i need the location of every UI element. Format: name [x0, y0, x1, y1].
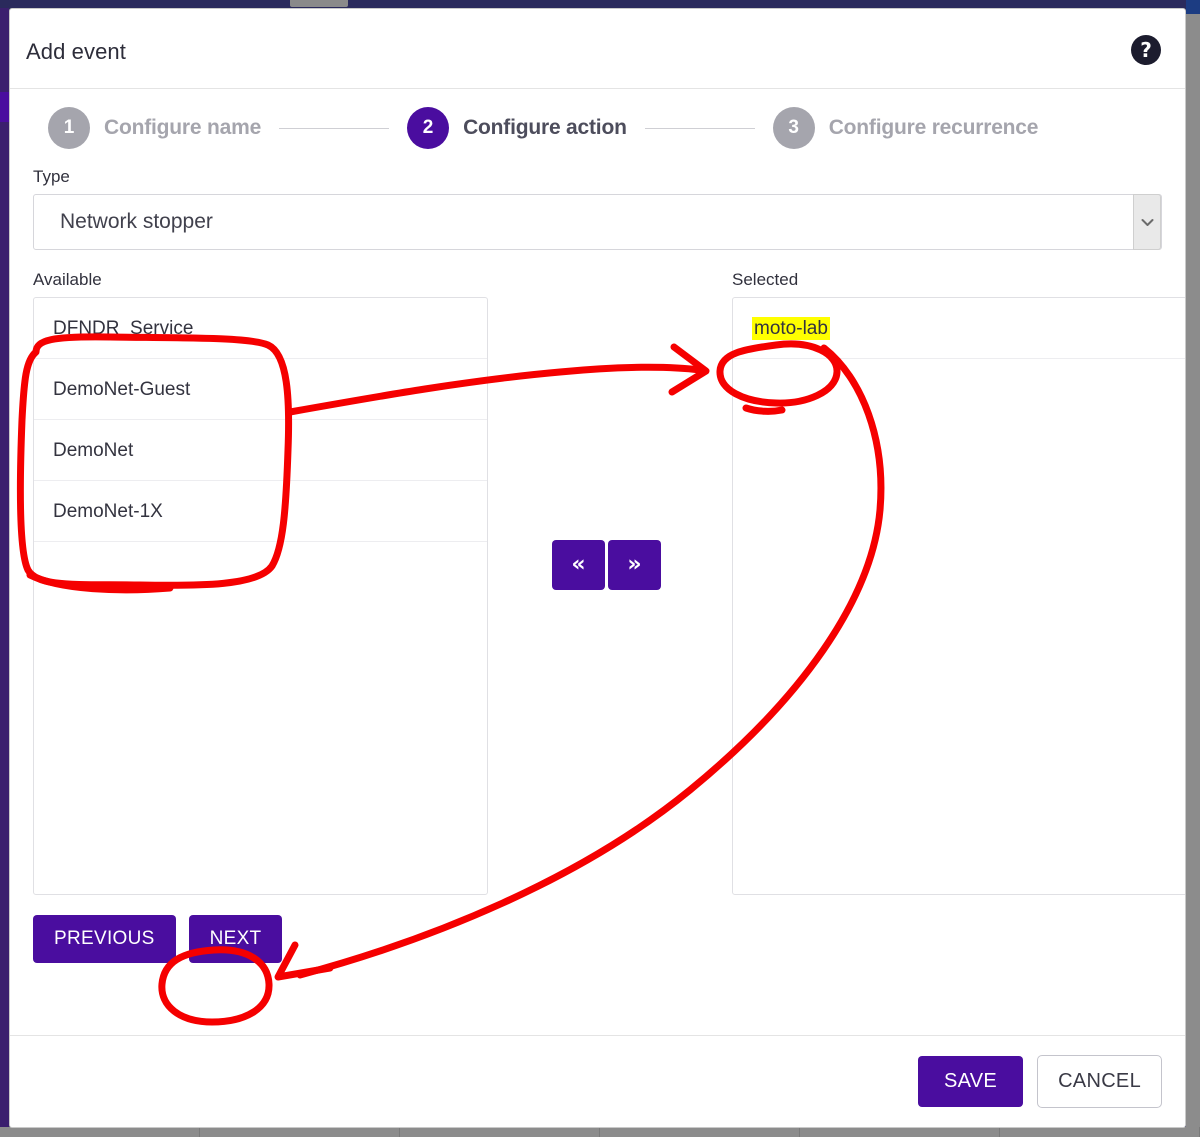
- stepper-step-1-number: 1: [48, 107, 90, 149]
- transfer-buttons: « »: [552, 540, 661, 590]
- browser-top-bar: [0, 0, 1200, 8]
- available-list[interactable]: DFNDR_Service DemoNet-Guest DemoNet Demo…: [33, 297, 488, 895]
- page-bottom-edge-strip: [0, 1127, 1200, 1137]
- page-left-accent-strip: [0, 92, 9, 122]
- browser-tab-chip[interactable]: [290, 0, 348, 7]
- selected-list[interactable]: moto-lab: [732, 297, 1185, 895]
- dialog-footer: SAVE CANCEL: [10, 1035, 1185, 1127]
- stepper-connector-1: [279, 127, 390, 129]
- list-item[interactable]: DemoNet-Guest: [34, 359, 487, 420]
- available-column: Available DFNDR_Service DemoNet-Guest De…: [33, 270, 488, 895]
- selected-item-text: moto-lab: [752, 317, 830, 340]
- type-field-label: Type: [33, 167, 70, 186]
- move-right-button[interactable]: »: [608, 540, 661, 590]
- wizard-stepper: 1 Configure name 2 Configure action 3 Co…: [10, 89, 1185, 167]
- page-right-corner-mark: [1186, 0, 1200, 14]
- save-button[interactable]: SAVE: [917, 1056, 1024, 1107]
- type-select[interactable]: Network stopper: [33, 194, 1162, 250]
- selected-label: Selected: [732, 270, 799, 289]
- add-event-dialog: Add event ? 1 Configure name 2 Configure…: [9, 8, 1186, 1128]
- page-right-edge-strip: [1186, 0, 1200, 1137]
- selected-column: Selected moto-lab: [732, 270, 1185, 895]
- available-label: Available: [33, 270, 102, 289]
- list-item[interactable]: moto-lab: [733, 298, 1185, 359]
- dialog-header: Add event ?: [10, 9, 1185, 89]
- list-item[interactable]: DemoNet-1X: [34, 481, 487, 542]
- page-bottom-ticks: [0, 1127, 1200, 1137]
- dialog-title: Add event: [26, 39, 126, 64]
- list-item[interactable]: DFNDR_Service: [34, 298, 487, 359]
- previous-button[interactable]: PREVIOUS: [33, 915, 176, 963]
- stepper-step-2[interactable]: 2 Configure action: [407, 107, 627, 149]
- next-button[interactable]: NEXT: [188, 915, 283, 963]
- dialog-body: Type Network stopper Available DFNDR_Ser…: [10, 167, 1185, 963]
- stepper-step-2-number: 2: [407, 107, 450, 149]
- move-left-button[interactable]: «: [552, 540, 605, 590]
- type-select-value: Network stopper: [60, 210, 213, 233]
- stepper-step-3-number: 3: [772, 107, 815, 149]
- cancel-button[interactable]: CANCEL: [1037, 1055, 1162, 1108]
- picklist: Available DFNDR_Service DemoNet-Guest De…: [33, 270, 1185, 895]
- chevron-down-icon[interactable]: [1133, 194, 1161, 250]
- wizard-nav: PREVIOUS NEXT: [33, 915, 1162, 963]
- stepper-step-1[interactable]: 1 Configure name: [48, 107, 261, 149]
- stepper-connector-2: [644, 127, 755, 129]
- help-circle-icon[interactable]: ?: [1131, 35, 1161, 65]
- list-item[interactable]: DemoNet: [34, 420, 487, 481]
- page-left-edge-strip: [0, 8, 9, 1137]
- stepper-step-1-label: Configure name: [104, 116, 262, 139]
- stepper-step-3-label: Configure recurrence: [828, 116, 1039, 139]
- stepper-step-3[interactable]: 3 Configure recurrence: [772, 107, 1039, 149]
- stepper-step-2-label: Configure action: [463, 116, 627, 139]
